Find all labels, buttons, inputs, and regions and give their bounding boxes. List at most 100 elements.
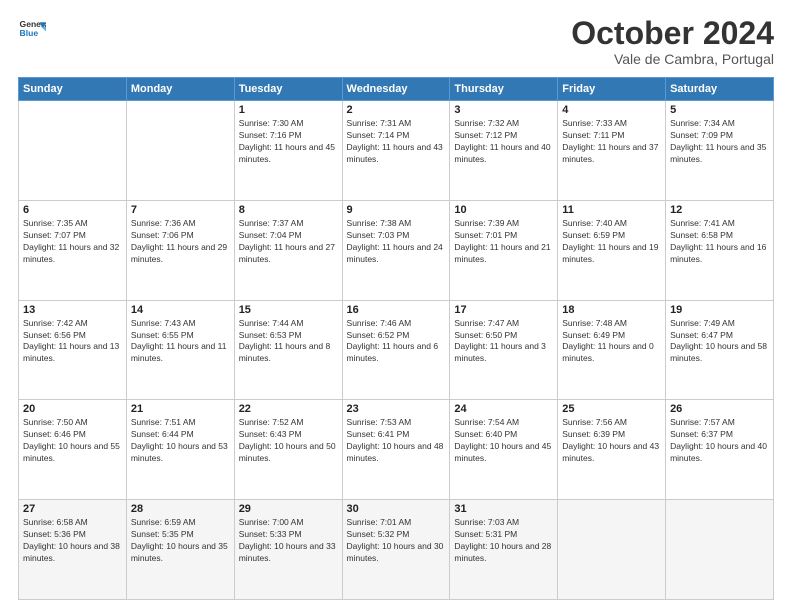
- sunset-text: Sunset: 5:31 PM: [454, 529, 553, 541]
- table-row: 24Sunrise: 7:54 AMSunset: 6:40 PMDayligh…: [450, 400, 558, 500]
- table-row: 16Sunrise: 7:46 AMSunset: 6:52 PMDayligh…: [342, 300, 450, 400]
- sunrise-text: Sunrise: 7:36 AM: [131, 218, 230, 230]
- day-info: Sunrise: 7:43 AMSunset: 6:55 PMDaylight:…: [131, 318, 230, 366]
- day-info: Sunrise: 7:36 AMSunset: 7:06 PMDaylight:…: [131, 218, 230, 266]
- daylight-text: Daylight: 10 hours and 30 minutes.: [347, 541, 446, 565]
- day-info: Sunrise: 7:32 AMSunset: 7:12 PMDaylight:…: [454, 118, 553, 166]
- sunrise-text: Sunrise: 7:39 AM: [454, 218, 553, 230]
- sunset-text: Sunset: 6:58 PM: [670, 230, 769, 242]
- sunrise-text: Sunrise: 7:40 AM: [562, 218, 661, 230]
- sunrise-text: Sunrise: 6:59 AM: [131, 517, 230, 529]
- daylight-text: Daylight: 11 hours and 13 minutes.: [23, 341, 122, 365]
- table-row: 12Sunrise: 7:41 AMSunset: 6:58 PMDayligh…: [666, 200, 774, 300]
- daylight-text: Daylight: 11 hours and 35 minutes.: [670, 142, 769, 166]
- sunrise-text: Sunrise: 7:53 AM: [347, 417, 446, 429]
- day-info: Sunrise: 7:31 AMSunset: 7:14 PMDaylight:…: [347, 118, 446, 166]
- sunrise-text: Sunrise: 7:35 AM: [23, 218, 122, 230]
- sunset-text: Sunset: 5:36 PM: [23, 529, 122, 541]
- table-row: 10 Sunrise: 7:39 AMSunset: 7:01 PMDayligh…: [450, 200, 558, 300]
- sunrise-text: Sunrise: 7:52 AM: [239, 417, 338, 429]
- table-row: 28Sunrise: 6:59 AMSunset: 5:35 PMDayligh…: [126, 500, 234, 600]
- sunset-text: Sunset: 6:44 PM: [131, 429, 230, 441]
- daylight-text: Daylight: 10 hours and 40 minutes.: [670, 441, 769, 465]
- day-info: Sunrise: 7:37 AMSunset: 7:04 PMDaylight:…: [239, 218, 338, 266]
- day-number: 21: [131, 403, 230, 415]
- daylight-text: Daylight: 11 hours and 0 minutes.: [562, 341, 661, 365]
- sunset-text: Sunset: 7:01 PM: [454, 230, 553, 242]
- svg-text:Blue: Blue: [20, 28, 39, 38]
- day-number: 7: [131, 204, 230, 216]
- header-wednesday: Wednesday: [342, 78, 450, 101]
- day-number: 25: [562, 403, 661, 415]
- daylight-text: Daylight: 11 hours and 11 minutes.: [131, 341, 230, 365]
- table-row: 31Sunrise: 7:03 AMSunset: 5:31 PMDayligh…: [450, 500, 558, 600]
- sunset-text: Sunset: 6:59 PM: [562, 230, 661, 242]
- daylight-text: Daylight: 11 hours and 19 minutes.: [562, 242, 661, 266]
- day-number: 20: [23, 403, 122, 415]
- day-info: Sunrise: 7:00 AMSunset: 5:33 PMDaylight:…: [239, 517, 338, 565]
- sunrise-text: Sunrise: 7:56 AM: [562, 417, 661, 429]
- day-info: Sunrise: 7:44 AMSunset: 6:53 PMDaylight:…: [239, 318, 338, 366]
- daylight-text: Daylight: 11 hours and 3 minutes.: [454, 341, 553, 365]
- day-number: 17: [454, 304, 553, 316]
- sunset-text: Sunset: 7:16 PM: [239, 130, 338, 142]
- day-info: Sunrise: 7:57 AMSunset: 6:37 PMDaylight:…: [670, 417, 769, 465]
- sunset-text: Sunset: 7:12 PM: [454, 130, 553, 142]
- sunset-text: Sunset: 7:14 PM: [347, 130, 446, 142]
- sunrise-text: Sunrise: 7:47 AM: [454, 318, 553, 330]
- table-row: 4Sunrise: 7:33 AMSunset: 7:11 PMDaylight…: [558, 101, 666, 201]
- calendar-page: General Blue General Blue October 2024 V…: [0, 0, 792, 612]
- daylight-text: Daylight: 10 hours and 48 minutes.: [347, 441, 446, 465]
- sunset-text: Sunset: 6:47 PM: [670, 330, 769, 342]
- sunrise-text: Sunrise: 7:33 AM: [562, 118, 661, 130]
- day-number: 26: [670, 403, 769, 415]
- daylight-text: Daylight: 11 hours and 29 minutes.: [131, 242, 230, 266]
- day-info: Sunrise: 7:30 AMSunset: 7:16 PMDaylight:…: [239, 118, 338, 166]
- day-info: Sunrise: 7:03 AMSunset: 5:31 PMDaylight:…: [454, 517, 553, 565]
- day-info: Sunrise: 7:52 AMSunset: 6:43 PMDaylight:…: [239, 417, 338, 465]
- sunset-text: Sunset: 6:37 PM: [670, 429, 769, 441]
- sunset-text: Sunset: 7:03 PM: [347, 230, 446, 242]
- table-row: [666, 500, 774, 600]
- day-number: 10: [454, 204, 553, 216]
- daylight-text: Daylight: 10 hours and 38 minutes.: [23, 541, 122, 565]
- table-row: 19Sunrise: 7:49 AMSunset: 6:47 PMDayligh…: [666, 300, 774, 400]
- sunrise-text: Sunrise: 7:42 AM: [23, 318, 122, 330]
- sunrise-text: Sunrise: 7:57 AM: [670, 417, 769, 429]
- table-row: [126, 101, 234, 201]
- daylight-text: Daylight: 10 hours and 53 minutes.: [131, 441, 230, 465]
- sunset-text: Sunset: 7:06 PM: [131, 230, 230, 242]
- day-number: 24: [454, 403, 553, 415]
- day-info: Sunrise: 7:38 AMSunset: 7:03 PMDaylight:…: [347, 218, 446, 266]
- calendar-week-4: 20 Sunrise: 7:50 AMSunset: 6:46 PMDayligh…: [19, 400, 774, 500]
- day-info: Sunrise: 7:39 AMSunset: 7:01 PMDaylight:…: [454, 218, 553, 266]
- day-number: 6: [23, 204, 122, 216]
- day-info: Sunrise: 7:50 AMSunset: 6:46 PMDaylight:…: [23, 417, 122, 465]
- sunrise-text: Sunrise: 7:00 AM: [239, 517, 338, 529]
- day-number: 15: [239, 304, 338, 316]
- sunrise-text: Sunrise: 6:58 AM: [23, 517, 122, 529]
- calendar-table: Sunday Monday Tuesday Wednesday Thursday…: [18, 77, 774, 600]
- sunrise-text: Sunrise: 7:31 AM: [347, 118, 446, 130]
- day-number: 22: [239, 403, 338, 415]
- table-row: 3Sunrise: 7:32 AMSunset: 7:12 PMDaylight…: [450, 101, 558, 201]
- day-number: 29: [239, 503, 338, 515]
- daylight-text: Daylight: 10 hours and 35 minutes.: [131, 541, 230, 565]
- table-row: 7 Sunrise: 7:36 AMSunset: 7:06 PMDaylight…: [126, 200, 234, 300]
- table-row: 20 Sunrise: 7:50 AMSunset: 6:46 PMDayligh…: [19, 400, 127, 500]
- sunset-text: Sunset: 6:50 PM: [454, 330, 553, 342]
- daylight-text: Daylight: 11 hours and 37 minutes.: [562, 142, 661, 166]
- table-row: 8Sunrise: 7:37 AMSunset: 7:04 PMDaylight…: [234, 200, 342, 300]
- daylight-text: Daylight: 11 hours and 32 minutes.: [23, 242, 122, 266]
- table-row: 5Sunrise: 7:34 AMSunset: 7:09 PMDaylight…: [666, 101, 774, 201]
- day-number: 12: [670, 204, 769, 216]
- sunset-text: Sunset: 6:52 PM: [347, 330, 446, 342]
- day-number: 30: [347, 503, 446, 515]
- daylight-text: Daylight: 11 hours and 8 minutes.: [239, 341, 338, 365]
- title-block: October 2024 Vale de Cambra, Portugal: [571, 16, 774, 67]
- sunrise-text: Sunrise: 7:03 AM: [454, 517, 553, 529]
- table-row: 1Sunrise: 7:30 AMSunset: 7:16 PMDaylight…: [234, 101, 342, 201]
- sunrise-text: Sunrise: 7:30 AM: [239, 118, 338, 130]
- day-number: 27: [23, 503, 122, 515]
- daylight-text: Daylight: 10 hours and 58 minutes.: [670, 341, 769, 365]
